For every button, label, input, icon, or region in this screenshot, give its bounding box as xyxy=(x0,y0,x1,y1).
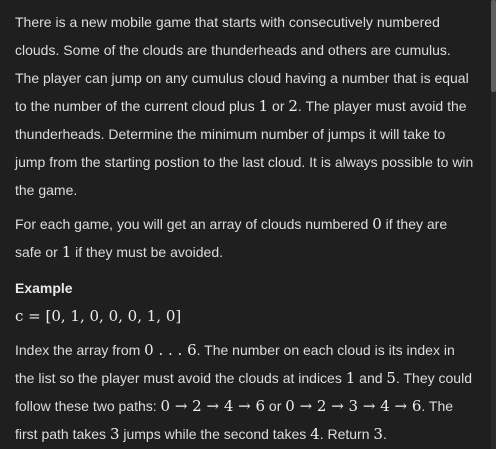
intro-text-2: or xyxy=(268,98,289,114)
expl-text-8: . Return xyxy=(319,426,374,442)
intro-paragraph: There is a new mobile game that starts w… xyxy=(15,8,477,204)
math-one-avoid: 1 xyxy=(61,243,72,261)
expl-text-7: jumps while the second takes xyxy=(119,426,311,442)
math-index-1: 1 xyxy=(345,369,356,387)
expl-text-1: Index the array from xyxy=(15,342,145,358)
example-equation: c = [0, 1, 0, 0, 0, 1, 0] xyxy=(15,307,182,325)
math-two: 2 xyxy=(288,97,298,115)
math-path-1: 0 → 2 → 4 → 6 xyxy=(160,397,266,415)
math-return-3: 3 xyxy=(373,425,383,443)
math-index-5: 5 xyxy=(386,369,396,387)
scrollbar-thumb[interactable] xyxy=(491,0,496,92)
math-jumps-4: 4 xyxy=(310,425,320,443)
example-heading: Example xyxy=(15,280,73,296)
array-description-paragraph: For each game, you will get an array of … xyxy=(15,210,477,266)
array-text-1: For each game, you will get an array of … xyxy=(15,216,373,232)
expl-text-5: or xyxy=(265,398,286,414)
explanation-paragraph: Index the array from 0 . . . 6. The numb… xyxy=(15,336,477,448)
vertical-scrollbar[interactable] xyxy=(491,0,496,449)
problem-statement: There is a new mobile game that starts w… xyxy=(15,8,477,448)
expl-text-9: . xyxy=(382,426,387,442)
array-text-3: if they must be avoided. xyxy=(71,244,224,260)
math-one: 1 xyxy=(258,97,269,115)
expl-text-3: and xyxy=(355,370,387,386)
math-range: 0 . . . 6 xyxy=(144,341,197,359)
math-zero: 0 xyxy=(372,215,382,233)
math-path-2: 0 → 2 → 3 → 4 → 6 xyxy=(285,397,422,415)
